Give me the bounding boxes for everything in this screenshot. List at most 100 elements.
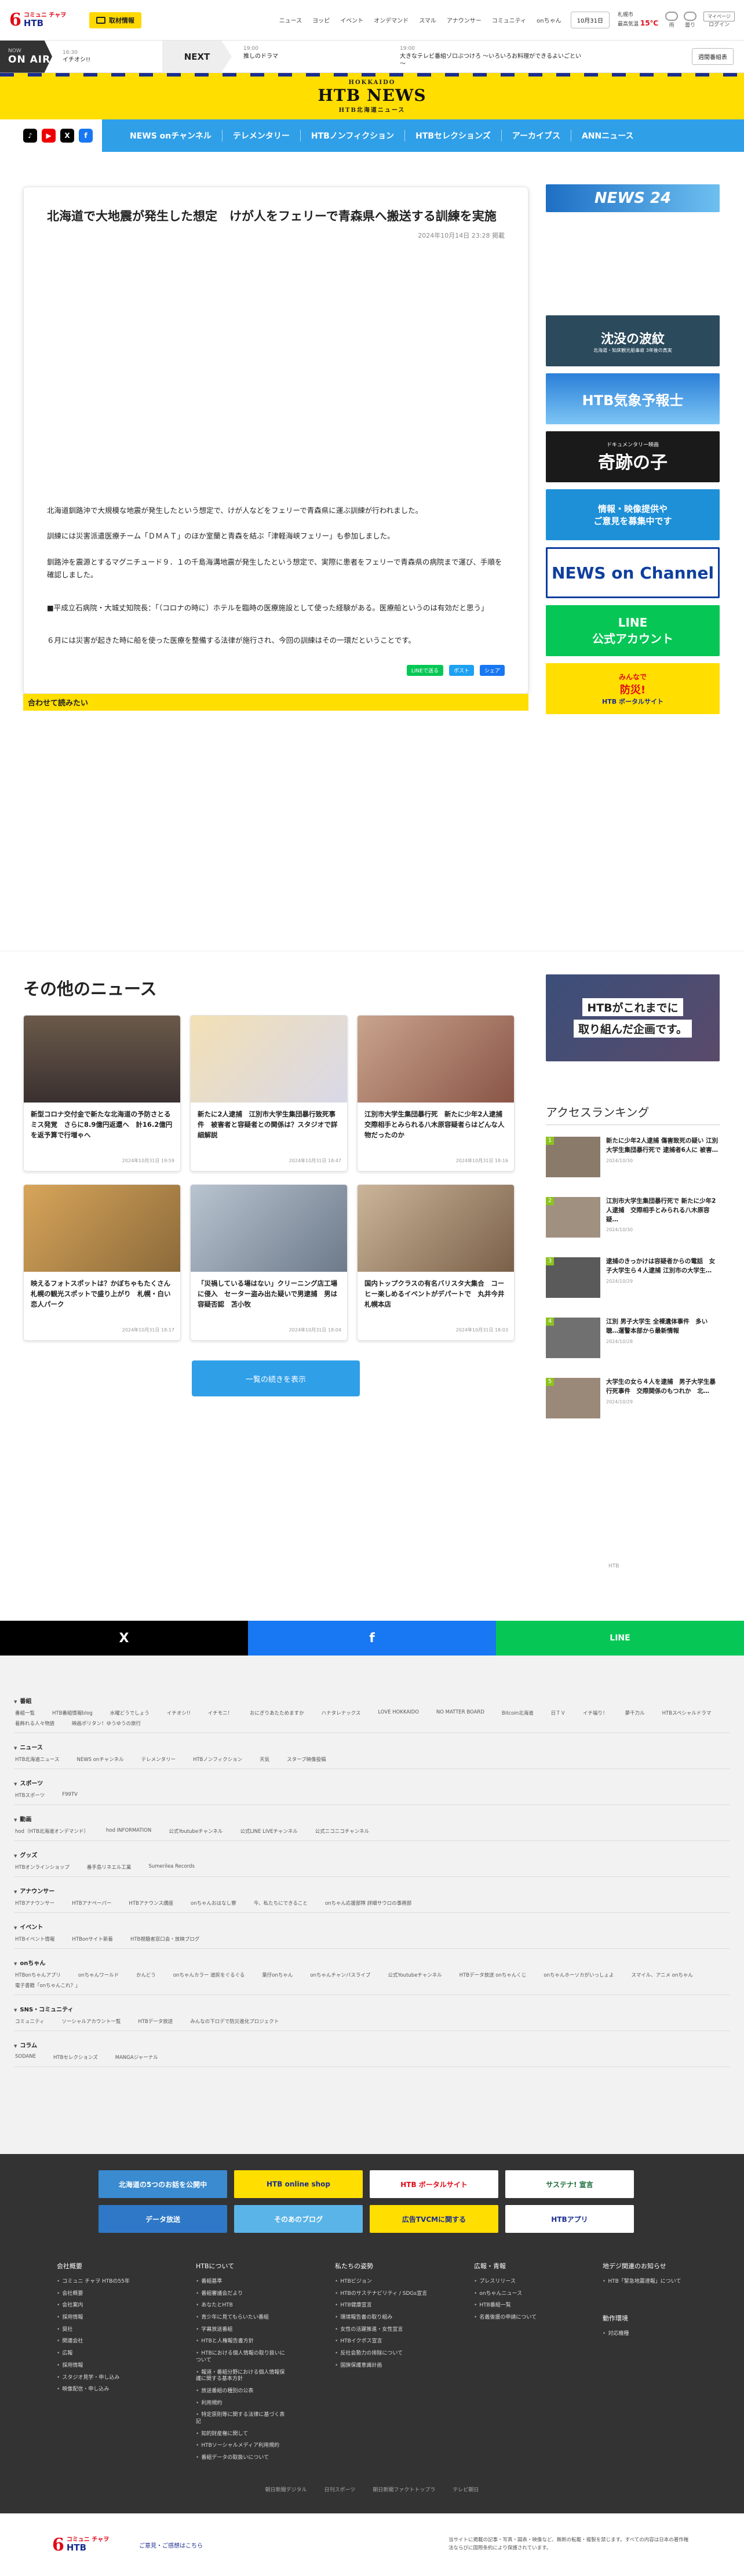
x-share-wide[interactable]: X bbox=[0, 1621, 248, 1656]
sitemap-link[interactable]: イチモニ！ bbox=[208, 1709, 233, 1716]
sitemap-link[interactable]: 公式ニコニコチャンネル bbox=[315, 1828, 369, 1835]
top-nav-item[interactable]: ニュース bbox=[279, 16, 302, 24]
footer-link[interactable]: 会社案内 bbox=[57, 2302, 149, 2309]
video-player[interactable] bbox=[47, 249, 505, 504]
footer-link[interactable]: 特定原則等に関する法律に基づく表記 bbox=[196, 2412, 289, 2425]
sitemap-link[interactable]: 日ＴＶ bbox=[551, 1709, 566, 1716]
sitemap-link[interactable]: HTBスペシャルドラマ bbox=[662, 1709, 712, 1716]
footer-link[interactable]: スタジオ見学・申し込み bbox=[57, 2375, 149, 2382]
load-more-button[interactable]: 一覧の続きを表示 bbox=[192, 1360, 360, 1396]
news-card[interactable]: 江別市大学生集団暴行死 新たに少年2人逮捕 交際相手とみられる八木原容疑者らはど… bbox=[357, 1015, 515, 1171]
sitemap-link[interactable]: onちゃんワールド bbox=[78, 1971, 119, 1978]
footer-banner[interactable]: HTB ボータルサイト bbox=[370, 2170, 498, 2198]
facebook-share-wide[interactable]: f bbox=[248, 1621, 496, 1656]
footer-link[interactable]: 関連会社 bbox=[57, 2338, 149, 2345]
facebook-share-button[interactable]: シェア bbox=[479, 664, 505, 676]
footer-link[interactable]: あなたとHTB bbox=[196, 2302, 289, 2309]
footer-link[interactable]: 会社概要 bbox=[57, 2291, 149, 2298]
footer-link[interactable]: 番組基準 bbox=[196, 2279, 289, 2286]
partner-link[interactable]: テレビ朝日 bbox=[453, 2486, 479, 2493]
contact-link[interactable]: ご意見・ご感想はこちら bbox=[139, 2541, 203, 2549]
login-link[interactable]: ログイン bbox=[703, 21, 735, 29]
sitemap-link[interactable]: HTBデータ放送 onちゃんくじ bbox=[459, 1971, 527, 1978]
ranking-pager[interactable]: HTB bbox=[608, 1563, 619, 1569]
next-program-2[interactable]: 19:00 大きなテレビ番組ゾロぶつけろ ～いろいろお料理ができるよいごとい～ bbox=[400, 45, 585, 68]
sitemap-link[interactable]: テレメンタリー bbox=[141, 1756, 176, 1763]
footer-link[interactable]: 映像配信・申し込み bbox=[57, 2386, 149, 2393]
main-nav-item[interactable]: アーカイブス bbox=[501, 130, 571, 141]
line-account-banner[interactable]: LINE 公式アカウント bbox=[546, 605, 720, 656]
sitemap-link[interactable]: HTBデータ放送 bbox=[138, 2018, 173, 2025]
sitemap-link[interactable]: HTBonサイト新着 bbox=[72, 1935, 113, 1942]
footer-link[interactable]: 女性の活躍推進・女性宣言 bbox=[335, 2327, 428, 2334]
facebook-icon[interactable]: f bbox=[79, 129, 93, 143]
footer-link[interactable]: 放送番組の種別の公表 bbox=[196, 2388, 289, 2395]
sitemap-link[interactable]: HTB視聴者窓口会・放映ブログ bbox=[130, 1935, 199, 1942]
sitemap-group-title[interactable]: onちゃん bbox=[14, 1958, 730, 1967]
sitemap-link[interactable]: HTBアナウンサー bbox=[15, 1900, 54, 1906]
footer-banner[interactable]: データ放送 bbox=[99, 2205, 227, 2233]
sitemap-link[interactable]: hod（HTB北海道オンデマンド） bbox=[15, 1828, 89, 1835]
footer-link[interactable]: HTBにおける個人情報の取り扱いについて bbox=[196, 2351, 289, 2364]
footer-link[interactable]: 国旗保護意識計画 bbox=[335, 2363, 428, 2370]
footer-link[interactable]: プレスリリース bbox=[474, 2279, 567, 2286]
footer-banner[interactable]: サステナ! 宣言 bbox=[505, 2170, 634, 2198]
sitemap-link[interactable]: おにぎりあたためますか bbox=[250, 1709, 304, 1716]
sitemap-link[interactable]: onちゃんチャンバスライブ bbox=[310, 1971, 370, 1978]
sitemap-link[interactable]: HTBアナペーパー bbox=[72, 1900, 111, 1906]
sitemap-group-title[interactable]: グッズ bbox=[14, 1850, 730, 1859]
documentary-banner[interactable]: 沈没の波紋 北海道・知床観光船事故 3年後の真実 bbox=[546, 315, 720, 366]
top-nav-item[interactable]: コミュニティ bbox=[492, 16, 526, 24]
sitemap-link[interactable]: 公式Youtubeチャンネル bbox=[169, 1828, 223, 1835]
sitemap-link[interactable]: NEWS onチャンネル bbox=[77, 1756, 124, 1763]
footer-link[interactable]: HTB「緊急地震速報」について bbox=[603, 2279, 695, 2286]
footer-link[interactable]: 反社会勢力の排除について bbox=[335, 2351, 428, 2357]
sitemap-link[interactable]: HTB番組情報blog bbox=[52, 1709, 93, 1716]
top-nav-item[interactable]: オンデマンド bbox=[374, 16, 409, 24]
footer-link[interactable]: HTB健康宣言 bbox=[335, 2302, 428, 2309]
date-selector[interactable]: 10月31日 bbox=[570, 12, 610, 28]
sitemap-link[interactable]: 公式LINE LIVEチャンネル bbox=[240, 1828, 297, 1835]
sitemap-link[interactable]: HTB北海道ニュース bbox=[15, 1756, 60, 1763]
sitemap-link[interactable]: Bitcoin北海道 bbox=[502, 1709, 534, 1716]
x-share-button[interactable]: ポスト bbox=[448, 664, 474, 676]
sitemap-link[interactable]: かんどう bbox=[136, 1971, 156, 1978]
top-nav-item[interactable]: アナウンサー bbox=[447, 16, 482, 24]
footer-link[interactable]: 利用規約 bbox=[196, 2400, 289, 2407]
top-nav-item[interactable]: onちゃん bbox=[537, 16, 561, 24]
sitemap-link[interactable]: HTBセレクションズ bbox=[53, 2054, 98, 2061]
footer-link[interactable]: HTBソーシャルメディア利用規約 bbox=[196, 2443, 289, 2450]
sitemap-link[interactable]: 映画ポリタン！ゆうゆうの旅行 bbox=[72, 1720, 141, 1727]
partner-link[interactable]: 朝日新聞ファクトトップラ bbox=[373, 2486, 435, 2493]
footer-link[interactable]: 環境報告書の取り組み bbox=[335, 2315, 428, 2322]
top-nav-item[interactable]: スマル bbox=[419, 16, 436, 24]
sitemap-group-title[interactable]: 番組 bbox=[14, 1696, 730, 1705]
sitemap-link[interactable]: onちゃんおはなし寮 bbox=[191, 1900, 236, 1906]
sitemap-link[interactable]: 夢千力ル bbox=[625, 1709, 645, 1716]
site-logo[interactable]: 6 コミュニ チャヲ HTB bbox=[9, 10, 79, 30]
sitemap-link[interactable]: HTBアナウンス講座 bbox=[129, 1900, 173, 1906]
sitemap-link[interactable]: HTBイベント情報 bbox=[15, 1935, 54, 1942]
main-nav-item[interactable]: HTBノンフィクション bbox=[300, 130, 404, 141]
sitemap-link[interactable]: HTBノンフィクション bbox=[193, 1756, 242, 1763]
login-area[interactable]: マイページ ログイン bbox=[703, 11, 735, 29]
movie-banner[interactable]: ドキュメンタリー映画 奇跡の子 bbox=[546, 431, 720, 482]
partner-link[interactable]: 日刊スポーツ bbox=[324, 2486, 355, 2493]
main-nav-item[interactable]: HTBセレクションズ bbox=[404, 130, 501, 141]
top-nav-item[interactable]: ヨッピ bbox=[312, 16, 330, 24]
news24-banner[interactable]: NEWS 24 bbox=[546, 184, 720, 212]
footer-banner[interactable]: そのあのブログ bbox=[234, 2205, 363, 2233]
line-share-button[interactable]: LINEで送る bbox=[406, 664, 443, 676]
sitemap-group-title[interactable]: 動画 bbox=[14, 1814, 730, 1823]
sitemap-link[interactable]: 葉仔onちゃん bbox=[262, 1971, 293, 1978]
line-share-wide[interactable]: LINE bbox=[496, 1621, 744, 1656]
footer-link[interactable]: HTBと人権報告書方針 bbox=[196, 2338, 289, 2345]
interview-info-button[interactable]: 取材情報 bbox=[89, 12, 141, 28]
sitemap-link[interactable]: 今、私たちにできること bbox=[254, 1900, 308, 1906]
footer-banner[interactable]: HTB online shop bbox=[234, 2170, 363, 2198]
sitemap-link[interactable]: ソーシャルアカウント一覧 bbox=[62, 2018, 121, 2025]
footer-link[interactable]: 知的財産権に関して bbox=[196, 2431, 289, 2438]
sitemap-link[interactable]: LOVE HOKKAIDO bbox=[378, 1709, 419, 1716]
ranking-item[interactable]: 2 江別市大学生集団暴行死で 新たに少年2人逮捕 交際相手とみられる八木原容疑… 2… bbox=[546, 1197, 720, 1247]
weather-summary[interactable]: 札幌市 最高気温 15℃ bbox=[618, 12, 658, 28]
